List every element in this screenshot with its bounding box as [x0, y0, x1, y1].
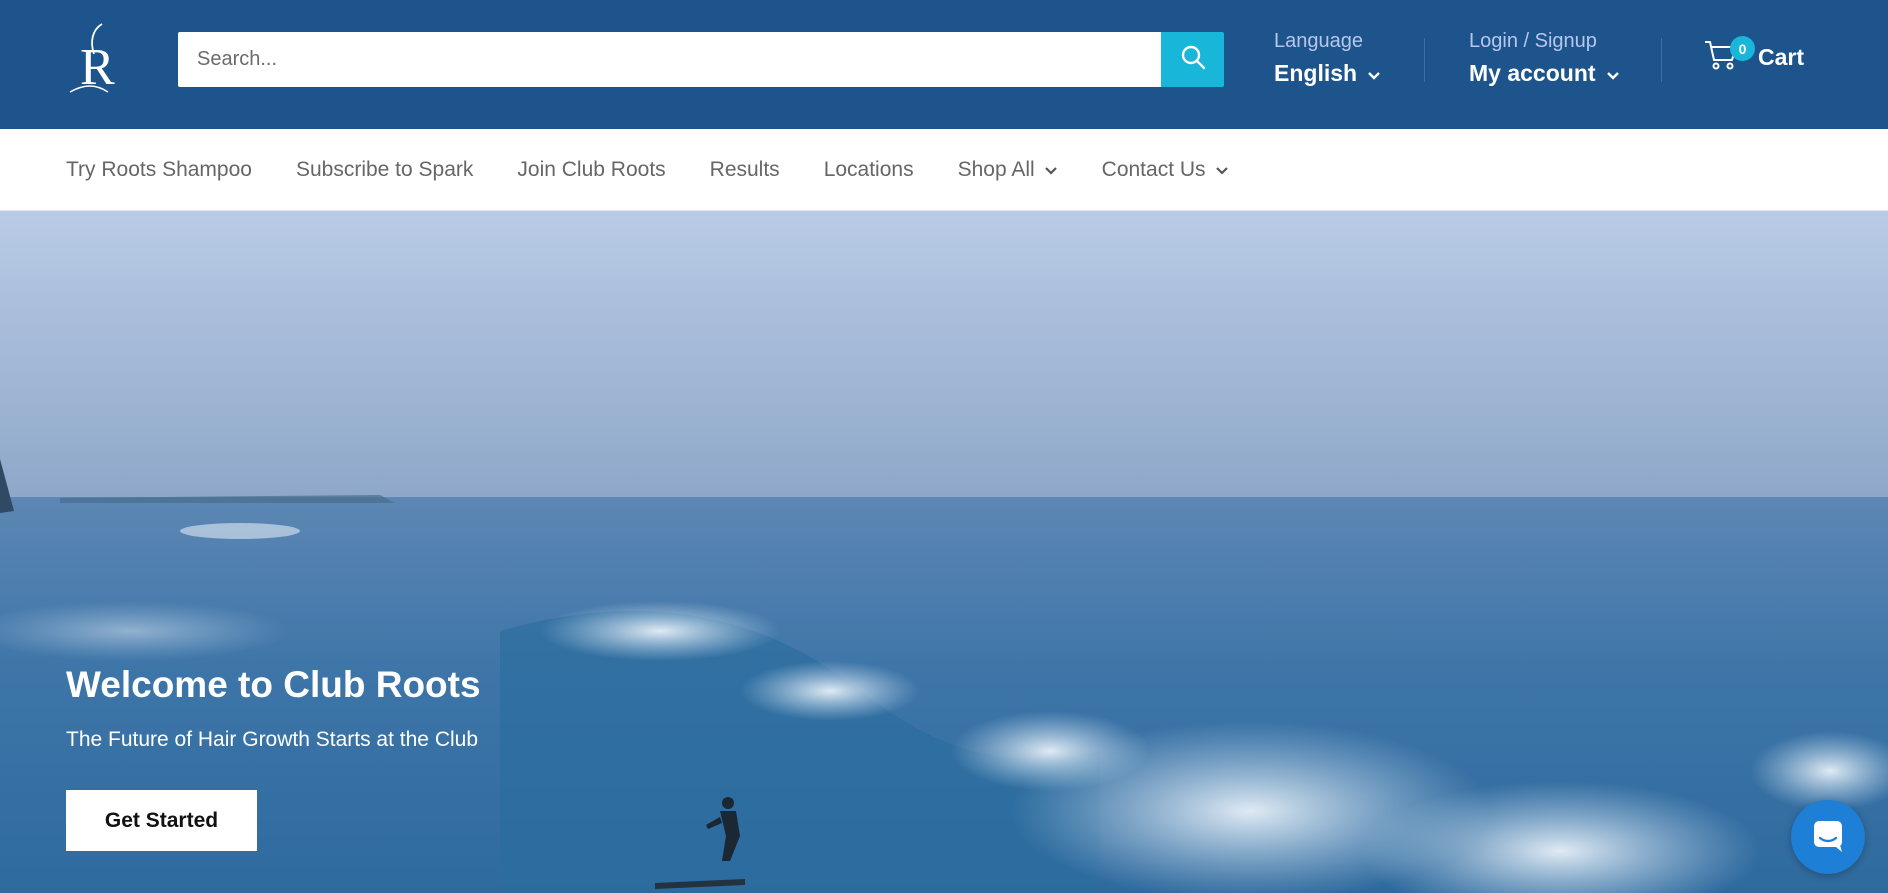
nav-item-label: Join Club Roots [517, 158, 666, 181]
account-menu[interactable]: Login / Signup My account [1469, 27, 1620, 91]
hero-ocean-image [0, 211, 1888, 893]
language-value: English [1274, 60, 1358, 86]
chat-launcher-button[interactable] [1791, 800, 1865, 874]
nav-item-locations[interactable]: Locations [824, 158, 914, 182]
language-dropdown[interactable]: English [1274, 55, 1381, 91]
search-icon [1180, 44, 1206, 75]
chevron-down-icon [1215, 158, 1229, 182]
nav-item-label: Results [709, 158, 780, 181]
nav-item-label: Shop All [957, 158, 1035, 181]
hero-subtitle: The Future of Hair Growth Starts at the … [66, 728, 479, 751]
cart-label: Cart [1758, 44, 1805, 70]
login-signup-link[interactable]: Login / Signup [1469, 27, 1620, 55]
nav-item-label: Locations [823, 158, 914, 181]
nav-item-label: Contact Us [1101, 158, 1206, 181]
cart-count-badge: 0 [1730, 36, 1755, 61]
nav-item-results[interactable]: Results [710, 158, 780, 182]
language-label: Language [1274, 30, 1363, 52]
language-selector[interactable]: Language English [1274, 27, 1381, 91]
nav-item-label: Subscribe to Spark [295, 158, 474, 181]
roots-logo-icon[interactable]: R [66, 22, 128, 98]
search-bar [178, 32, 1224, 87]
search-button[interactable] [1161, 32, 1224, 87]
get-started-button[interactable]: Get Started [66, 790, 257, 851]
chevron-down-icon [1606, 55, 1620, 91]
chevron-down-icon [1044, 158, 1058, 182]
chevron-down-icon [1367, 55, 1381, 91]
hero-banner: Welcome to Club Roots The Future of Hair… [0, 211, 1888, 893]
header-divider [1424, 38, 1425, 82]
nav-item-contact-us[interactable]: Contact Us [1102, 158, 1229, 182]
hero-title: Welcome to Club Roots [66, 664, 481, 705]
nav-item-join-club-roots[interactable]: Join Club Roots [517, 158, 665, 182]
nav-item-subscribe-to-spark[interactable]: Subscribe to Spark [296, 158, 473, 182]
chat-icon [1810, 817, 1846, 858]
account-value: My account [1469, 60, 1596, 86]
nav-item-shop-all[interactable]: Shop All [958, 158, 1058, 182]
site-header: R Language English Login / Signup My [0, 0, 1888, 129]
header-divider [1661, 38, 1662, 82]
nav-item-try-roots-shampoo[interactable]: Try Roots Shampoo [66, 158, 252, 182]
main-navigation: Try Roots Shampoo Subscribe to Spark Joi… [0, 129, 1888, 211]
nav-item-label: Try Roots Shampoo [66, 158, 252, 181]
search-input[interactable] [178, 32, 1161, 87]
cart-button[interactable]: 0 Cart [1704, 36, 1805, 77]
account-dropdown[interactable]: My account [1469, 55, 1620, 91]
